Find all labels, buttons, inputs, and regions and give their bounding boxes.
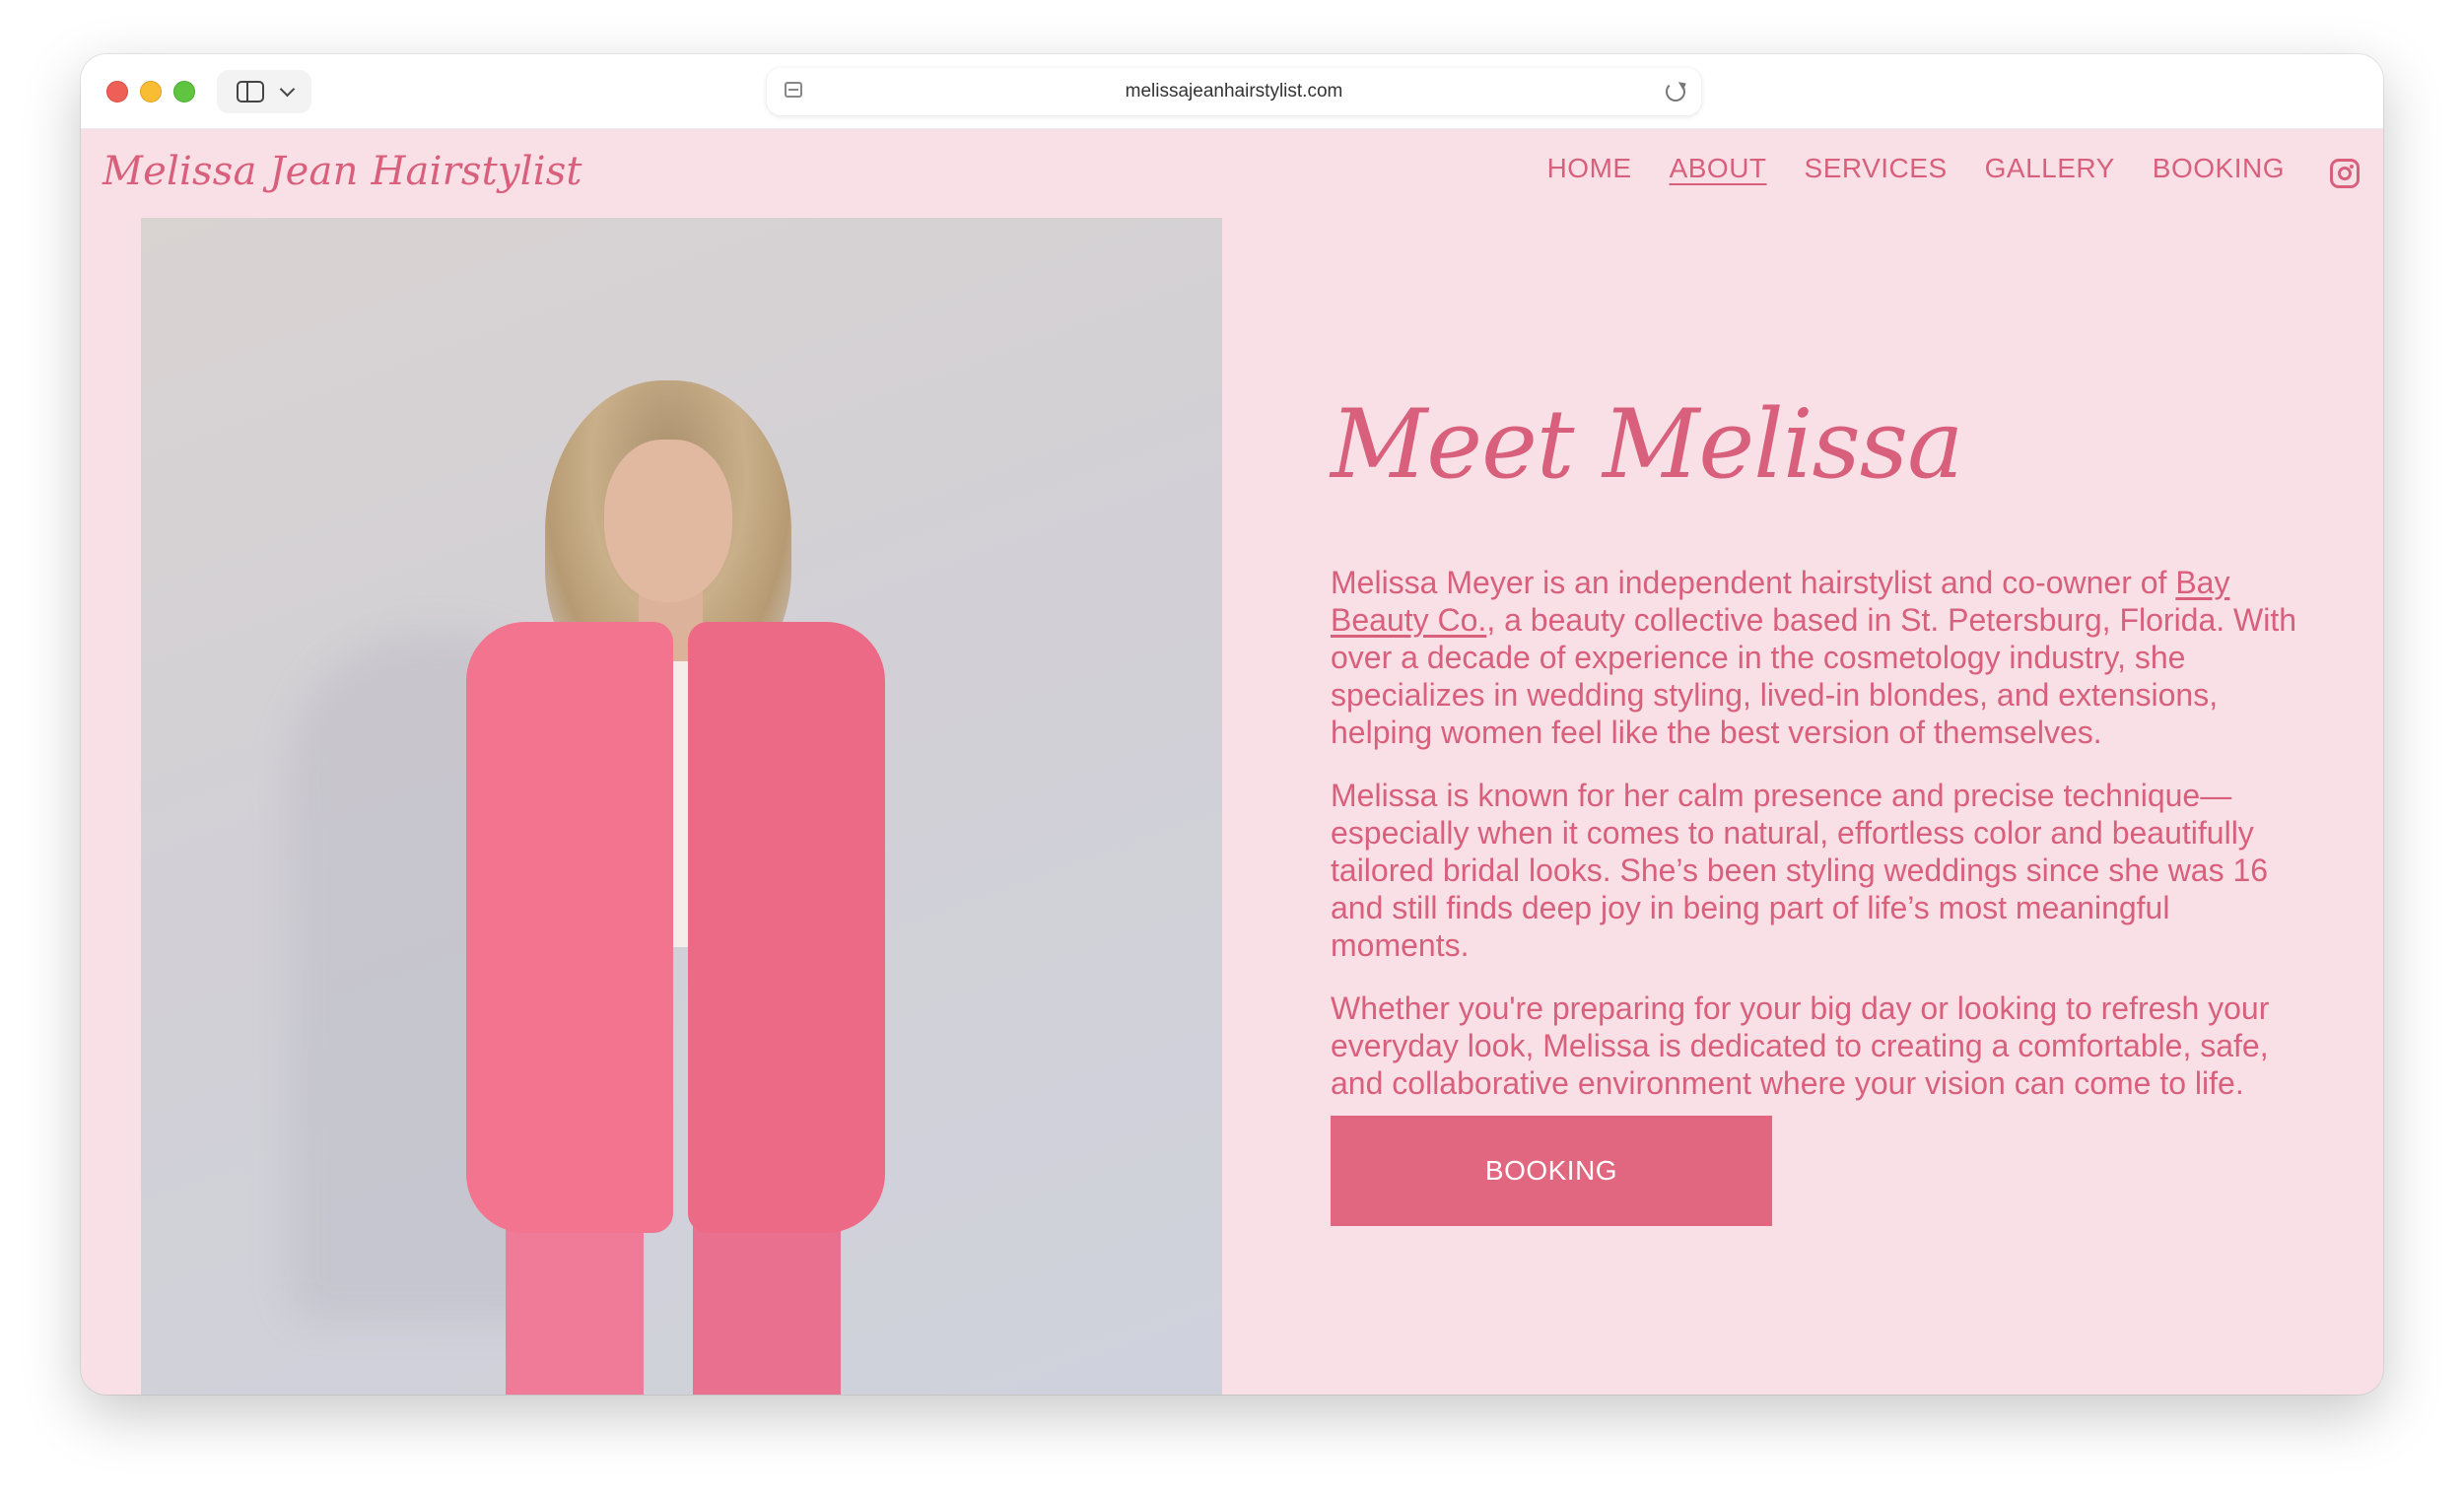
zoom-window-button[interactable] [173, 81, 195, 102]
portrait-photo [141, 218, 1222, 1395]
about-text: Melissa Meyer is an independent hairstyl… [1331, 564, 2316, 1127]
nav-booking[interactable]: BOOKING [2153, 153, 2285, 184]
instagram-icon[interactable] [2330, 159, 2360, 188]
photo-jacket [466, 622, 673, 1233]
main-nav: HOME ABOUT SERVICES GALLERY BOOKING [1547, 153, 2285, 184]
sidebar-icon [236, 81, 264, 102]
about-paragraph-1: Melissa Meyer is an independent hairstyl… [1331, 564, 2316, 751]
about-paragraph-2: Melissa is known for her calm presence a… [1331, 778, 2269, 963]
page-menu-icon[interactable] [785, 82, 802, 98]
booking-button[interactable]: BOOKING [1331, 1116, 1772, 1226]
browser-toolbar: melissajeanhairstylist.com [81, 54, 2383, 129]
page-title: Meet Melissa [1331, 389, 1963, 500]
site-logo[interactable]: Melissa Jean Hairstylist [103, 149, 582, 194]
nav-services[interactable]: SERVICES [1805, 153, 1948, 184]
site-header: Melissa Jean Hairstylist HOME ABOUT SERV… [81, 129, 2383, 214]
nav-home[interactable]: HOME [1547, 153, 1632, 184]
photo-face [604, 440, 732, 602]
nav-gallery[interactable]: GALLERY [1985, 153, 2115, 184]
url-text: melissajeanhairstylist.com [1125, 81, 1343, 102]
reload-icon[interactable] [1666, 82, 1685, 102]
paragraph-text: Melissa Meyer is an independent hairstyl… [1331, 565, 2176, 600]
sidebar-toggle-button[interactable] [217, 70, 311, 113]
minimize-window-button[interactable] [140, 81, 162, 102]
photo-jacket [688, 622, 885, 1233]
nav-about[interactable]: ABOUT [1670, 153, 1767, 184]
close-window-button[interactable] [106, 81, 128, 102]
chevron-down-icon [279, 81, 295, 97]
address-bar[interactable]: melissajeanhairstylist.com [767, 68, 1701, 115]
browser-window: melissajeanhairstylist.com Melissa Jean … [81, 54, 2383, 1395]
about-paragraph-3: Whether you're preparing for your big da… [1331, 990, 2270, 1101]
